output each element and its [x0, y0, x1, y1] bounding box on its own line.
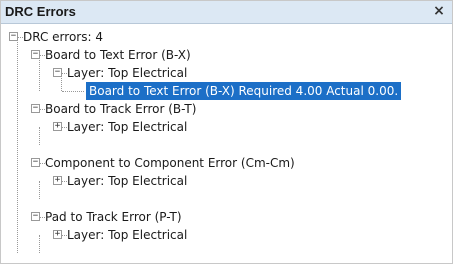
- tree-node-label: Component to Component Error (Cm-Cm): [45, 156, 295, 170]
- tree-node-group-component[interactable]: − Component to Component Error (Cm-Cm): [1, 154, 452, 172]
- tree-node-label: Board to Text Error (B-X): [45, 48, 191, 62]
- tree-node-label: Layer: Top Electrical: [67, 66, 188, 80]
- tree-node-label: Layer: Top Electrical: [67, 174, 188, 188]
- collapse-icon[interactable]: −: [9, 32, 18, 41]
- tree-node-group-board-track[interactable]: − Board to Track Error (B-T): [1, 100, 452, 118]
- tree-node-group-board-text[interactable]: − Board to Text Error (B-X): [1, 46, 452, 64]
- drc-tree: − DRC errors: 4 − Board to Text Error (B…: [1, 23, 452, 263]
- collapse-icon[interactable]: −: [31, 212, 40, 221]
- tree-node-layer[interactable]: + Layer: Top Electrical: [1, 172, 452, 190]
- tree-node-group-pad-track[interactable]: − Pad to Track Error (P-T): [1, 208, 452, 226]
- tree-node-label: Pad to Track Error (P-T): [45, 210, 182, 224]
- collapse-icon[interactable]: −: [31, 104, 40, 113]
- drc-errors-panel: DRC Errors × − DRC errors: 4 − Board to …: [0, 0, 453, 264]
- close-icon[interactable]: ×: [432, 3, 446, 19]
- tree-node-label: Layer: Top Electrical: [67, 120, 188, 134]
- expand-icon[interactable]: +: [53, 122, 62, 131]
- selected-error-label: Board to Text Error (B-X) Required 4.00 …: [86, 82, 402, 100]
- panel-title: DRC Errors: [5, 4, 76, 19]
- tree-dash: [62, 91, 84, 92]
- tree-node-label: Layer: Top Electrical: [67, 228, 188, 242]
- expand-icon[interactable]: +: [53, 176, 62, 185]
- collapse-icon[interactable]: −: [31, 50, 40, 59]
- tree-node-label: Board to Track Error (B-T): [45, 102, 197, 116]
- expand-icon[interactable]: +: [53, 230, 62, 239]
- collapse-icon[interactable]: −: [53, 68, 62, 77]
- tree-node-layer[interactable]: − Layer: Top Electrical: [1, 64, 452, 82]
- tree-node-error-detail[interactable]: Board to Text Error (B-X) Required 4.00 …: [1, 82, 452, 100]
- panel-titlebar: DRC Errors ×: [1, 1, 452, 24]
- collapse-icon[interactable]: −: [31, 158, 40, 167]
- tree-node-layer[interactable]: + Layer: Top Electrical: [1, 118, 452, 136]
- tree-node-layer[interactable]: + Layer: Top Electrical: [1, 226, 452, 244]
- tree-node-root[interactable]: − DRC errors: 4: [1, 28, 452, 46]
- tree-node-label: DRC errors: 4: [23, 30, 103, 44]
